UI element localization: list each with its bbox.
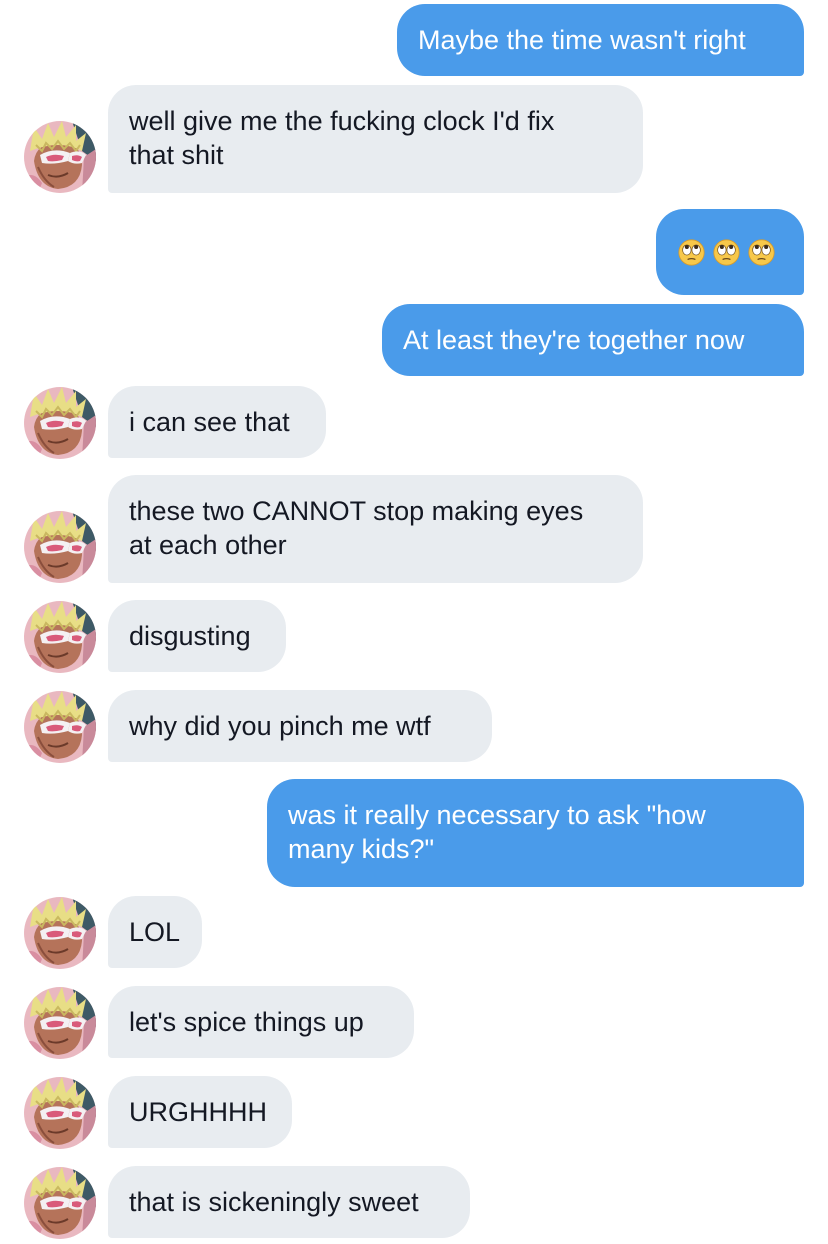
message-text-line: these two CANNOT stop making eyes: [129, 496, 584, 526]
contact-avatar[interactable]: [24, 1167, 96, 1239]
sent-message-bubble[interactable]: Maybe the time wasn't right: [397, 4, 804, 76]
received-message-bubble[interactable]: well give me the fucking clock I'd fix t…: [108, 85, 643, 193]
received-message-bubble[interactable]: LOL: [108, 896, 202, 968]
contact-avatar[interactable]: [24, 511, 96, 583]
anime-character-avatar-icon: [24, 121, 96, 193]
anime-character-avatar-icon: [24, 601, 96, 673]
face-with-rolling-eyes-icon: [713, 239, 740, 266]
message-text: URGHHHH: [129, 1097, 267, 1127]
message-text: why did you pinch me wtf: [129, 711, 431, 741]
anime-character-avatar-icon: [24, 1077, 96, 1149]
message-text: i can see that: [129, 407, 290, 437]
contact-avatar[interactable]: [24, 987, 96, 1059]
received-message-bubble[interactable]: disgusting: [108, 600, 286, 672]
face-with-rolling-eyes-icon: [748, 239, 775, 266]
message-text-line: many kids?": [288, 834, 435, 864]
sent-message-bubble[interactable]: At least they're together now: [382, 304, 804, 376]
sent-emoji-message-bubble[interactable]: [656, 209, 804, 295]
contact-avatar[interactable]: [24, 387, 96, 459]
message-text: LOL: [129, 917, 181, 947]
anime-character-avatar-icon: [24, 1167, 96, 1239]
received-message-bubble[interactable]: let's spice things up: [108, 986, 414, 1058]
emoji-row: [678, 209, 782, 295]
received-message-bubble[interactable]: why did you pinch me wtf: [108, 690, 492, 762]
message-text: disgusting: [129, 621, 251, 651]
contact-avatar[interactable]: [24, 897, 96, 969]
message-text: that is sickeningly sweet: [129, 1187, 419, 1217]
anime-character-avatar-icon: [24, 897, 96, 969]
contact-avatar[interactable]: [24, 691, 96, 763]
message-text: At least they're together now: [403, 325, 745, 355]
anime-character-avatar-icon: [24, 691, 96, 763]
sent-message-bubble[interactable]: was it really necessary to ask "how many…: [267, 779, 804, 887]
contact-avatar[interactable]: [24, 1077, 96, 1149]
received-message-bubble[interactable]: these two CANNOT stop making eyes at eac…: [108, 475, 643, 583]
contact-avatar[interactable]: [24, 601, 96, 673]
anime-character-avatar-icon: [24, 511, 96, 583]
message-text-line: that shit: [129, 140, 224, 170]
message-text-line: was it really necessary to ask "how: [288, 800, 706, 830]
message-text-line: at each other: [129, 530, 287, 560]
received-message-bubble[interactable]: that is sickeningly sweet: [108, 1166, 470, 1238]
received-message-bubble[interactable]: i can see that: [108, 386, 326, 458]
message-text: let's spice things up: [129, 1007, 364, 1037]
message-text-line: well give me the fucking clock I'd fix: [129, 106, 555, 136]
message-text: Maybe the time wasn't right: [418, 25, 746, 55]
contact-avatar[interactable]: [24, 121, 96, 193]
face-with-rolling-eyes-icon: [678, 239, 705, 266]
anime-character-avatar-icon: [24, 987, 96, 1059]
anime-character-avatar-icon: [24, 387, 96, 459]
received-message-bubble[interactable]: URGHHHH: [108, 1076, 292, 1148]
